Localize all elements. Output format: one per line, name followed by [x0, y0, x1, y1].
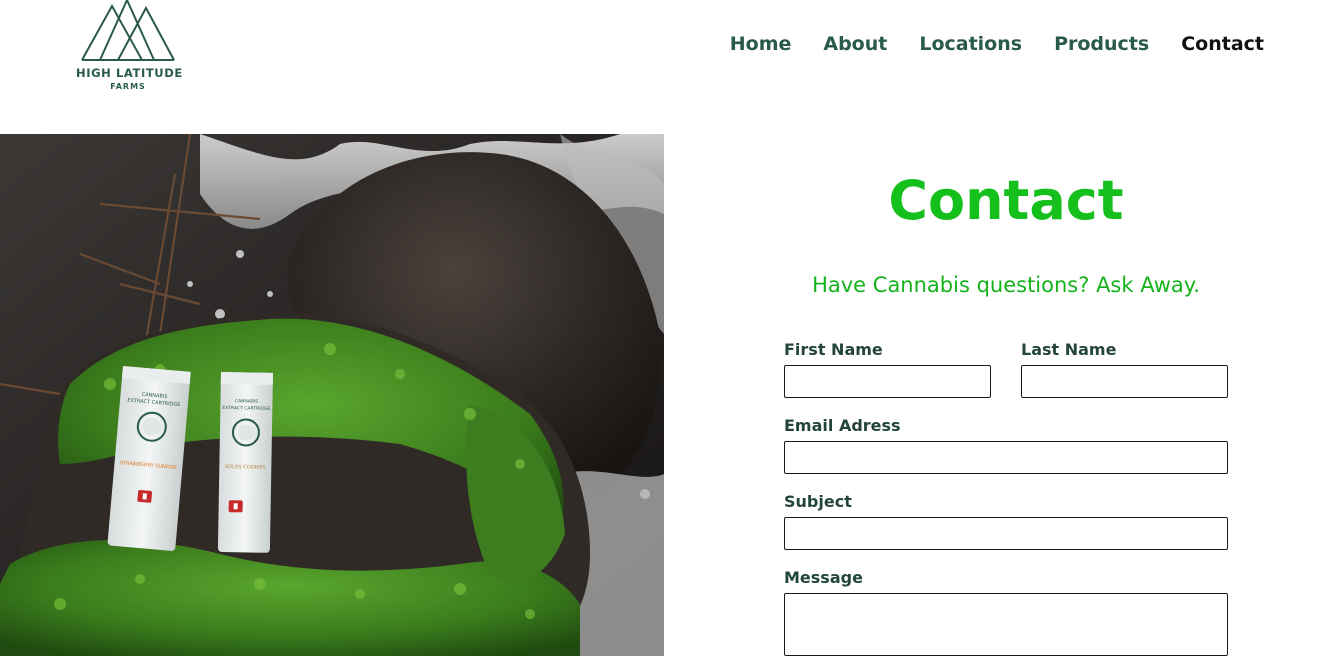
nav-contact-link[interactable]: Contact [1181, 30, 1264, 58]
subject-label: Subject [784, 492, 852, 511]
contact-title: Contact [888, 169, 1124, 232]
contact-subtitle: Have Cannabis questions? Ask Away. [812, 273, 1200, 297]
message-label: Message [784, 568, 863, 587]
box-right-flavor: SOLOS COOKIES [225, 464, 266, 471]
nav-locations-link[interactable]: Locations [919, 30, 1022, 58]
hero-product-photo: CANNABIS EXTRACT CARTRIDGE STRAWBERRY SU… [0, 134, 664, 656]
first-name-label: First Name [784, 340, 883, 359]
brand-subtitle: FARMS [110, 82, 146, 91]
box-right-line2: EXTRACT CARTRIDGE [222, 405, 270, 412]
message-textarea[interactable] [784, 593, 1228, 656]
main-navigation: Home About Locations Products Contact [730, 30, 1264, 58]
last-name-label: Last Name [1021, 340, 1117, 359]
last-name-input[interactable] [1021, 365, 1228, 398]
email-input[interactable] [784, 441, 1228, 474]
email-label: Email Adress [784, 416, 901, 435]
subject-input[interactable] [784, 517, 1228, 550]
nav-home-link[interactable]: Home [730, 30, 792, 58]
nav-about-link[interactable]: About [823, 30, 887, 58]
brand-name: HIGH LATITUDE [76, 66, 183, 80]
nav-products-link[interactable]: Products [1054, 30, 1149, 58]
box-right-line1: CANNABIS [235, 398, 259, 404]
first-name-input[interactable] [784, 365, 991, 398]
mountain-logo-icon [81, 0, 175, 61]
brand-logo[interactable]: HIGH LATITUDE FARMS [76, 0, 183, 96]
